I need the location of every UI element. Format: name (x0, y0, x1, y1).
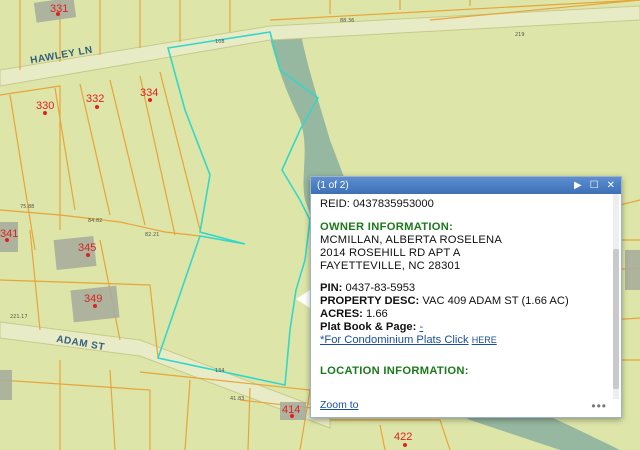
popup-header: (1 of 2) ▶ ☐ ✕ (311, 177, 621, 194)
reid: REID: 0437835953000 (320, 198, 434, 210)
condominium-plats-text[interactable]: *For Condominium Plats Click (320, 334, 469, 346)
close-icon[interactable]: ✕ (607, 180, 615, 191)
lot-number: 330 (36, 100, 55, 112)
lot-number: 331 (50, 3, 69, 15)
plat-book-label: Plat Book & Page: (320, 321, 417, 333)
pin-value: 0437-83-5953 (345, 282, 416, 294)
owner-name: MCMILLAN, ALBERTA ROSELENA (320, 234, 502, 246)
acres-label: ACRES: (320, 308, 363, 320)
owner-information-title: OWNER INFORMATION: (320, 221, 454, 233)
acres-value: 1.66 (366, 308, 388, 320)
next-icon[interactable]: ▶ (574, 180, 582, 191)
lot-number: 345 (78, 242, 97, 254)
property-desc-value: VAC 409 ADAM ST (1.66 AC) (422, 295, 569, 307)
lot-number: 414 (282, 404, 301, 416)
lot-number: 334 (140, 87, 159, 99)
plat-book-link[interactable]: - (419, 321, 423, 333)
pin-label: PIN: (320, 282, 343, 294)
svg-text:219: 219 (515, 32, 525, 38)
lot-number: 341 (0, 228, 19, 240)
maximize-icon[interactable]: ☐ (590, 180, 599, 191)
property-desc-label: PROPERTY DESC: (320, 295, 420, 307)
popup-scrollbar[interactable] (613, 194, 619, 399)
identify-popup: (1 of 2) ▶ ☐ ✕ REID: 0437835953000 OWNER… (310, 176, 622, 418)
zoom-to-link[interactable]: Zoom to (320, 399, 359, 413)
popup-content: REID: 0437835953000 OWNER INFORMATION: M… (311, 194, 611, 417)
svg-text:41.83: 41.83 (230, 396, 244, 402)
popup-counter: (1 of 2) (317, 180, 349, 191)
svg-text:84.82: 84.82 (88, 218, 102, 224)
svg-text:134: 134 (215, 368, 225, 374)
lot-number: 332 (86, 93, 105, 105)
owner-address-line2: FAYETTEVILLE, NC 28301 (320, 260, 461, 272)
owner-address-line1: 2014 ROSEHILL RD APT A (320, 247, 461, 259)
popup-pointer (296, 290, 310, 308)
lot-number: 349 (84, 293, 103, 305)
svg-text:221.17: 221.17 (10, 314, 28, 320)
svg-text:82.21: 82.21 (145, 232, 159, 238)
popup-footer: Zoom to ••• (320, 399, 607, 413)
location-information-title: LOCATION INFORMATION: (320, 365, 469, 377)
more-actions-icon[interactable]: ••• (591, 399, 607, 413)
lot-number: 422 (394, 431, 413, 443)
scroll-thumb[interactable] (613, 249, 619, 389)
condominium-plats-here-link[interactable]: HERE (472, 335, 497, 345)
svg-text:88.36: 88.36 (340, 18, 354, 24)
svg-text:75.88: 75.88 (20, 204, 34, 210)
svg-text:108: 108 (215, 39, 225, 45)
